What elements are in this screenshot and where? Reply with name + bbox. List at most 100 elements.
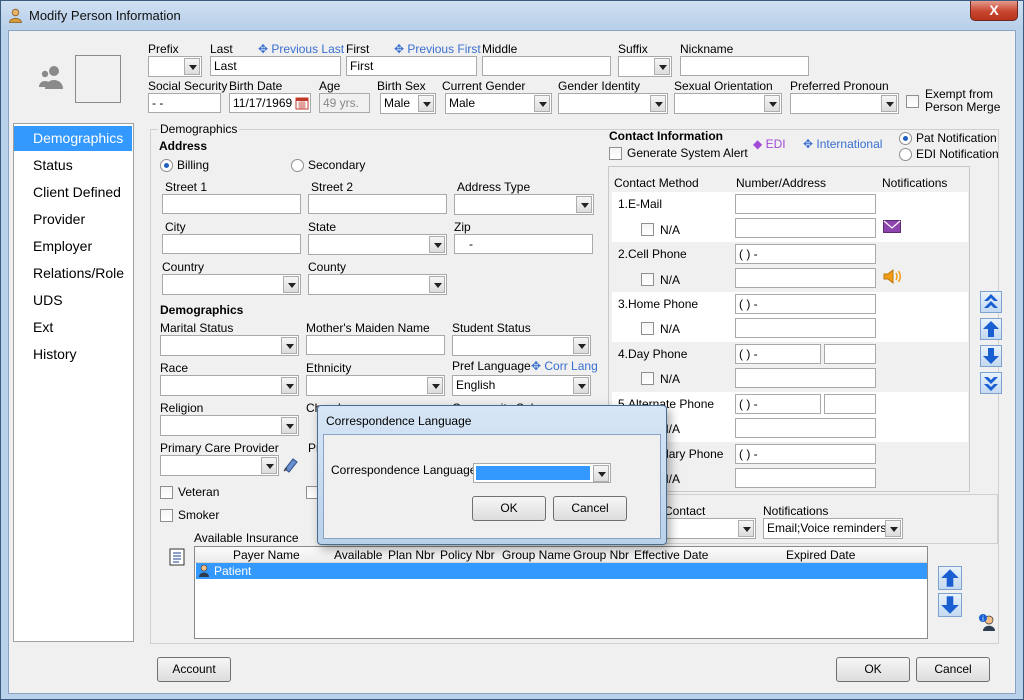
nav-status[interactable]: Status: [14, 153, 132, 178]
cancel-button[interactable]: Cancel: [916, 657, 990, 682]
secondary-radio[interactable]: [291, 159, 304, 172]
first-name-input[interactable]: First: [346, 56, 477, 76]
home-phone-ext-input[interactable]: [735, 318, 876, 338]
pref-language-select[interactable]: English: [452, 375, 591, 396]
home-phone-input[interactable]: ( ) -: [735, 294, 876, 314]
alternate-phone-ext-input[interactable]: [824, 394, 876, 414]
gender-identity-select[interactable]: [558, 93, 668, 114]
secondary-phone-note-input[interactable]: [735, 468, 876, 488]
envelope-icon[interactable]: [883, 220, 901, 233]
column-header[interactable]: Policy Nbr: [440, 548, 495, 562]
nav-ext[interactable]: Ext: [14, 315, 132, 340]
billing-radio[interactable]: [160, 159, 173, 172]
secondary-phone-input[interactable]: ( ) -: [735, 444, 876, 464]
contact-row-label: 1.E-Mail: [618, 197, 663, 211]
cell-phone-ext-input[interactable]: [735, 268, 876, 288]
street2-input[interactable]: [308, 194, 447, 214]
na-checkbox[interactable]: [641, 372, 654, 385]
photo-box[interactable]: [75, 55, 121, 103]
maiden-name-input[interactable]: [306, 335, 445, 355]
column-header[interactable]: Group Name: [502, 548, 571, 562]
nav-provider[interactable]: Provider: [14, 207, 132, 232]
state-select[interactable]: [308, 234, 447, 255]
column-header[interactable]: Payer Name: [233, 548, 300, 562]
column-header[interactable]: Group Nbr: [573, 548, 629, 562]
street1-input[interactable]: [162, 194, 301, 214]
middle-name-input[interactable]: [482, 56, 611, 76]
account-button[interactable]: Account: [157, 657, 231, 682]
birth-sex-select[interactable]: Male: [380, 93, 436, 114]
move-up-button[interactable]: [980, 318, 1002, 340]
county-select[interactable]: [308, 274, 447, 295]
person-info-icon[interactable]: i: [978, 613, 996, 631]
pcp-select[interactable]: [160, 455, 279, 476]
cell-phone-input[interactable]: ( ) -: [735, 244, 876, 264]
ssn-input[interactable]: - -: [148, 93, 221, 113]
email-input[interactable]: [735, 194, 876, 214]
religion-select[interactable]: [160, 415, 299, 436]
previous-first-link[interactable]: ✥ Previous First: [394, 42, 481, 56]
ok-button[interactable]: OK: [836, 657, 910, 682]
sexual-orientation-select[interactable]: [674, 93, 782, 114]
day-phone-ext-input[interactable]: [824, 344, 876, 364]
na-checkbox[interactable]: [641, 223, 654, 236]
international-link[interactable]: ✥ International: [803, 137, 882, 151]
alternate-phone-input[interactable]: ( ) -: [735, 394, 821, 414]
prefix-select[interactable]: [148, 56, 202, 77]
nav-client-defined[interactable]: Client Defined: [14, 180, 132, 205]
move-bottom-button[interactable]: [980, 372, 1002, 394]
country-select[interactable]: [162, 274, 301, 295]
corr-lang-link[interactable]: ✥ Corr Lang: [531, 359, 598, 373]
insurance-down-button[interactable]: [938, 593, 962, 617]
suffix-select[interactable]: [618, 56, 672, 77]
nav-demographics[interactable]: Demographics: [14, 126, 132, 151]
previous-last-link[interactable]: ✥ Previous Last: [258, 42, 344, 56]
table-row[interactable]: Patient: [196, 563, 927, 579]
column-header[interactable]: Available: [334, 548, 382, 562]
edi-link[interactable]: ◆ EDI: [753, 137, 786, 151]
column-header[interactable]: Expired Date: [786, 548, 855, 562]
day-phone-note-input[interactable]: [735, 368, 876, 388]
day-phone-input[interactable]: ( ) -: [735, 344, 821, 364]
nickname-input[interactable]: [680, 56, 809, 76]
smoker-checkbox[interactable]: [160, 509, 173, 522]
alternate-phone-note-input[interactable]: [735, 418, 876, 438]
marital-status-select[interactable]: [160, 335, 299, 356]
dialog-cancel-button[interactable]: Cancel: [553, 496, 627, 521]
calendar-icon[interactable]: [295, 96, 309, 110]
close-button[interactable]: X: [970, 1, 1018, 21]
nav-employer[interactable]: Employer: [14, 234, 132, 259]
address-type-select[interactable]: [454, 194, 594, 215]
preferred-pronoun-select[interactable]: [790, 93, 899, 114]
email-secondary-input[interactable]: [735, 218, 876, 238]
student-status-select[interactable]: [452, 335, 591, 356]
na-checkbox[interactable]: [641, 322, 654, 335]
generate-alert-checkbox[interactable]: [609, 147, 622, 160]
current-gender-select[interactable]: Male: [445, 93, 552, 114]
last-name-input[interactable]: Last: [210, 56, 341, 76]
column-header[interactable]: Effective Date: [634, 548, 708, 562]
insurance-list-icon[interactable]: [167, 547, 187, 567]
insurance-up-button[interactable]: [938, 566, 962, 590]
pat-notification-radio[interactable]: [899, 132, 912, 145]
eraser-icon[interactable]: [282, 456, 299, 473]
speaker-icon[interactable]: [883, 268, 903, 285]
nav-history[interactable]: History: [14, 342, 132, 367]
city-input[interactable]: [162, 234, 301, 254]
na-checkbox[interactable]: [641, 273, 654, 286]
move-top-button[interactable]: [980, 291, 1002, 313]
notifications-select[interactable]: Email;Voice reminders: [763, 518, 903, 539]
veteran-checkbox[interactable]: [160, 486, 173, 499]
zip-input[interactable]: -: [454, 234, 593, 254]
chevron-down-icon: [184, 58, 200, 75]
move-down-button[interactable]: [980, 345, 1002, 367]
edi-notification-radio[interactable]: [899, 148, 912, 161]
dialog-ok-button[interactable]: OK: [472, 496, 546, 521]
ethnicity-select[interactable]: [306, 375, 445, 396]
nav-relations-role[interactable]: Relations/Role: [14, 261, 132, 286]
correspondence-language-select[interactable]: [473, 463, 611, 483]
nav-uds[interactable]: UDS: [14, 288, 132, 313]
exempt-merge-checkbox[interactable]: [906, 95, 919, 108]
column-header[interactable]: Plan Nbr: [388, 548, 435, 562]
race-select[interactable]: [160, 375, 299, 396]
